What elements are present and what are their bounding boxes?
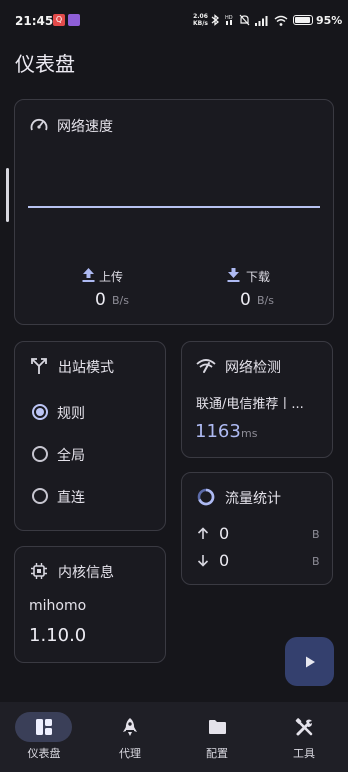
dashboard-icon [36, 719, 52, 735]
play-icon [305, 656, 315, 667]
status-time: 21:45 [15, 14, 54, 28]
radio-rule[interactable] [32, 404, 48, 420]
mute-bell-icon [239, 14, 250, 26]
nav-label-config: 配置 [206, 747, 228, 760]
mode-option-global[interactable]: 全局 [15, 434, 165, 474]
battery-percent: 95% [316, 13, 343, 27]
traffic-stats-title: 流量统计 [225, 491, 281, 507]
app-notification-icon: Q [53, 14, 65, 26]
hd-signal-icon: HD [225, 15, 233, 25]
start-button[interactable] [285, 637, 334, 686]
radio-global[interactable] [32, 446, 48, 462]
mode-option-direct[interactable]: 直连 [15, 476, 165, 516]
nav-label-dashboard: 仪表盘 [27, 747, 61, 760]
outbound-mode-card: 出站模式 规则 全局 直连 [14, 341, 166, 531]
core-info-title: 内核信息 [58, 565, 114, 581]
traffic-down-value: 0 [219, 551, 230, 570]
network-speed-title: 网络速度 [57, 119, 113, 135]
battery-icon [293, 15, 313, 25]
download-value: 0 [240, 290, 251, 310]
download-unit: B/s [257, 294, 274, 307]
bluetooth-icon [211, 14, 220, 26]
battery-indicator: 95% [293, 14, 342, 27]
speedometer-icon [30, 118, 48, 131]
page-title: 仪表盘 [15, 52, 75, 76]
radio-direct[interactable] [32, 488, 48, 504]
core-info-card: 内核信息 mihomo 1.10.0 [14, 546, 166, 663]
traffic-up-value: 0 [219, 524, 230, 543]
donut-chart-icon [197, 488, 215, 506]
upload-icon [82, 268, 95, 282]
chip-icon [31, 563, 47, 579]
core-name: mihomo [29, 598, 87, 614]
latency-unit: ms [241, 427, 258, 440]
download-icon [227, 268, 240, 282]
arrow-down-icon [197, 555, 209, 567]
mode-option-label: 规则 [57, 406, 85, 422]
download-label: 下载 [246, 270, 271, 284]
nav-label-proxy: 代理 [119, 747, 141, 760]
network-detection-result: 联通/电信推荐丨... [196, 397, 304, 412]
core-version: 1.10.0 [29, 625, 87, 646]
upload-unit: B/s [112, 294, 129, 307]
network-detection-card[interactable]: 网络检测 联通/电信推荐丨... 1163 ms [181, 341, 333, 458]
folder-icon [209, 720, 226, 734]
traffic-down-unit: B [312, 555, 320, 568]
status-icons: HD 95% [210, 12, 342, 28]
upload-value: 0 [95, 290, 106, 310]
network-speed-card: 网络速度 上传 0 B/s 下载 0 B/s [14, 99, 334, 325]
network-check-icon [196, 359, 216, 373]
status-bar: 21:45 Q 2.06 KB/s HD 95% [0, 0, 348, 40]
network-detection-title: 网络检测 [225, 360, 281, 376]
tools-icon [295, 718, 313, 736]
traffic-stats-card: 流量统计 0 B 0 B [181, 472, 333, 585]
mode-option-rule[interactable]: 规则 [15, 392, 165, 432]
latency-value: 1163 [195, 421, 241, 442]
rocket-icon [123, 718, 137, 736]
nav-label-tools: 工具 [293, 747, 315, 760]
mode-option-label: 直连 [57, 490, 85, 506]
traffic-up-unit: B [312, 528, 320, 541]
fork-arrows-icon [31, 358, 47, 374]
upload-label: 上传 [99, 270, 124, 284]
network-speed-indicator: 2.06 KB/s [193, 13, 208, 27]
speed-chart-line [28, 206, 320, 208]
app-notification-icon-2 [68, 14, 80, 26]
outbound-mode-title: 出站模式 [58, 360, 114, 376]
arrow-up-icon [197, 527, 209, 539]
cell-signal-icon [255, 15, 268, 26]
scroll-indicator[interactable] [6, 168, 9, 222]
wifi-icon [274, 15, 288, 26]
mode-option-label: 全局 [57, 448, 85, 464]
